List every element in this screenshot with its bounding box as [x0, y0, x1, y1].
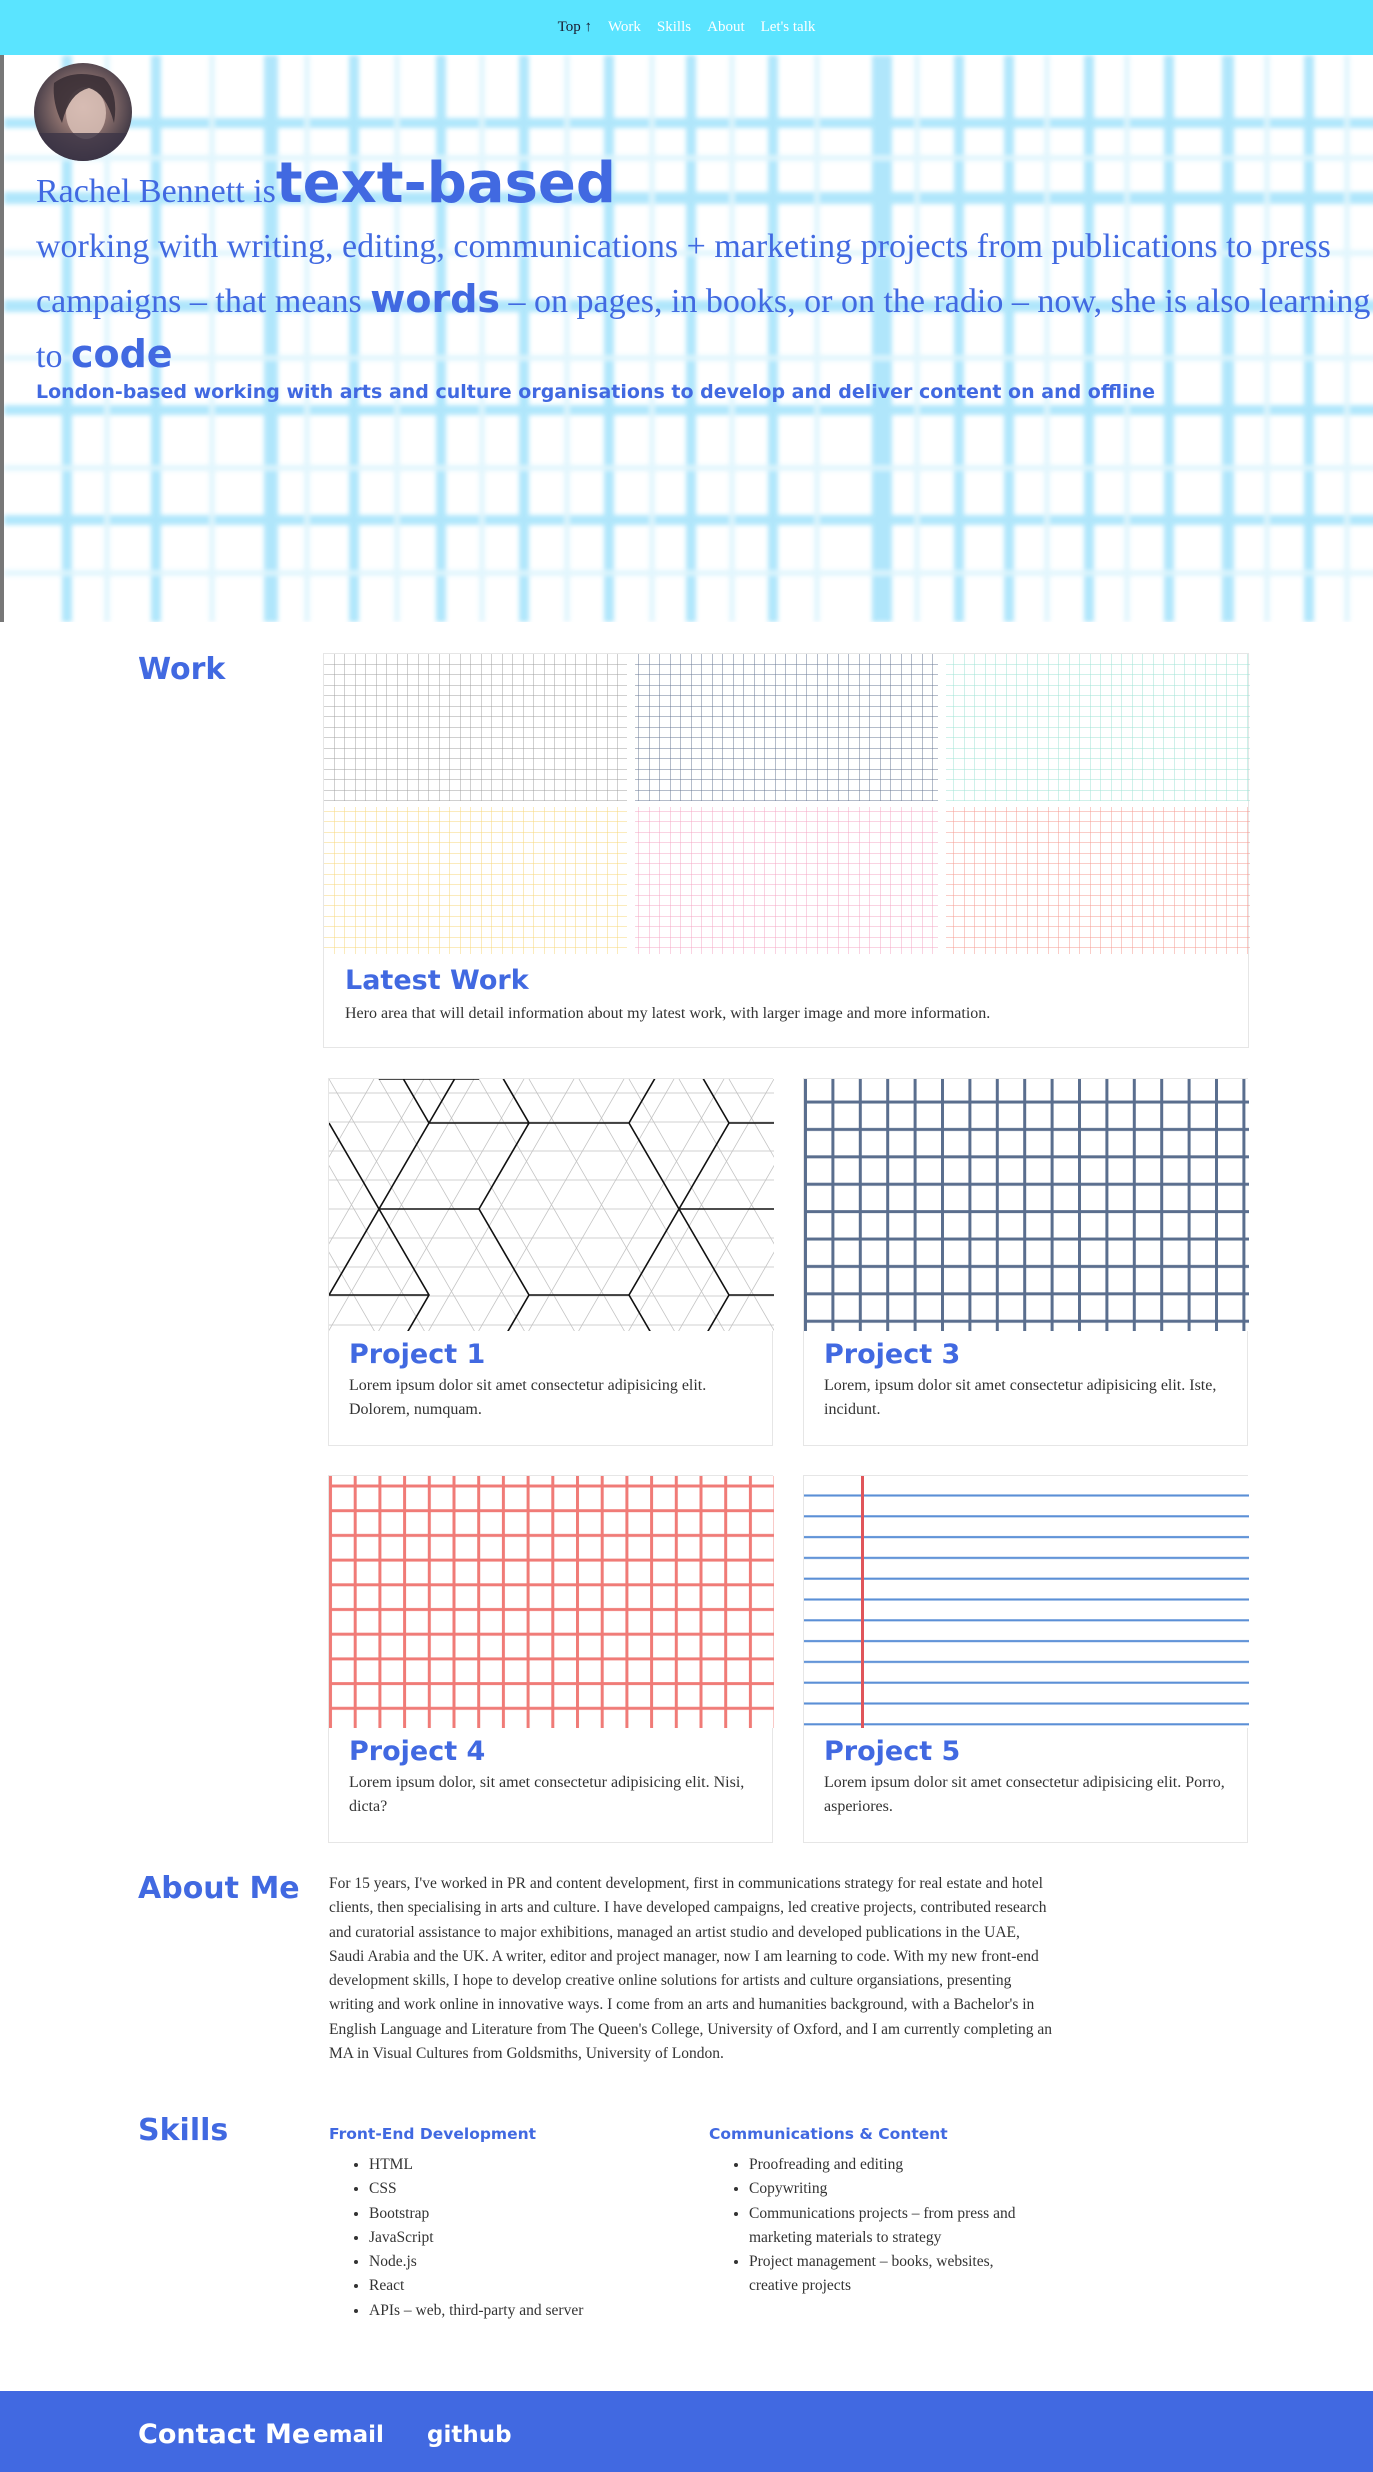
skill-item: Project management – books, websites, cr…: [749, 2250, 1039, 2299]
project-card-5[interactable]: Project 5 Lorem ipsum dolor sit amet con…: [803, 1475, 1249, 1843]
skill-item: HTML: [369, 2153, 659, 2177]
project-1-text: Lorem ipsum dolor sit amet consectetur a…: [349, 1377, 707, 1418]
frontend-heading: Front-End Development: [329, 2125, 537, 2143]
hero-description: working with writing, editing, communica…: [36, 221, 1373, 383]
project-card-4[interactable]: Project 4 Lorem ipsum dolor, sit amet co…: [328, 1475, 774, 1843]
skill-item: JavaScript: [369, 2226, 659, 2250]
skills-comms: Communications & Content Proofreading an…: [709, 2125, 1039, 2299]
nav-skills-link[interactable]: Skills: [657, 19, 691, 36]
skill-item: APIs – web, third-party and server: [369, 2299, 659, 2323]
hero-subtitle: London-based working with arts and cultu…: [36, 381, 1155, 403]
project-5-image: [804, 1476, 1249, 1728]
skill-item: Bootstrap: [369, 2202, 659, 2226]
latest-work-image: [324, 654, 1250, 954]
nav-top-link[interactable]: Top ↑: [558, 19, 592, 36]
latest-work-text: Hero area that will detail information a…: [345, 1005, 991, 1022]
about-heading: About Me: [138, 1871, 300, 1906]
contact-footer: Contact Me email github: [0, 2391, 1373, 2472]
skills-frontend: Front-End Development HTML CSS Bootstrap…: [329, 2125, 659, 2323]
skill-item: Node.js: [369, 2250, 659, 2274]
hero-section: Rachel Bennett istext-based working with…: [0, 55, 1373, 622]
profile-avatar: [34, 63, 132, 161]
project-4-image: [329, 1476, 774, 1728]
nav-about-link[interactable]: About: [707, 19, 745, 36]
project-3-title: Project 3: [824, 1339, 961, 1370]
skill-item: React: [369, 2274, 659, 2298]
project-card-3[interactable]: Project 3 Lorem, ipsum dolor sit amet co…: [803, 1078, 1249, 1446]
hero-headline: Rachel Bennett istext-based: [36, 156, 1373, 219]
comms-heading: Communications & Content: [709, 2125, 948, 2143]
hero-highlight: text-based: [275, 151, 616, 216]
skill-item: CSS: [369, 2177, 659, 2201]
hero-words: words: [370, 277, 501, 321]
skill-item: Communications projects – from press and…: [749, 2202, 1039, 2251]
project-3-text: Lorem, ipsum dolor sit amet consectetur …: [824, 1377, 1217, 1418]
project-3-image: [804, 1079, 1249, 1331]
skills-heading: Skills: [138, 2113, 229, 2148]
project-1-title: Project 1: [349, 1339, 486, 1370]
nav-contact-link[interactable]: Let's talk: [761, 19, 816, 36]
avatar-image: [34, 63, 132, 161]
email-link[interactable]: email: [313, 2422, 384, 2448]
comms-list: Proofreading and editing Copywriting Com…: [709, 2153, 1039, 2299]
github-link[interactable]: github: [427, 2422, 512, 2448]
about-text: For 15 years, I've worked in PR and cont…: [329, 1875, 1053, 2063]
work-heading: Work: [138, 652, 226, 687]
frontend-list: HTML CSS Bootstrap JavaScript Node.js Re…: [329, 2153, 659, 2323]
latest-work-card[interactable]: Latest Work Hero area that will detail i…: [323, 653, 1250, 1048]
contact-title: Contact Me: [138, 2419, 311, 2450]
skill-item: Proofreading and editing: [749, 2153, 1039, 2177]
project-4-title: Project 4: [349, 1736, 486, 1767]
hero-code: code: [70, 332, 173, 376]
top-nav: Top ↑ Work Skills About Let's talk: [0, 0, 1373, 55]
project-5-text: Lorem ipsum dolor sit amet consectetur a…: [824, 1774, 1225, 1815]
latest-work-title: Latest Work: [345, 965, 529, 996]
project-card-1[interactable]: Project 1 Lorem ipsum dolor sit amet con…: [328, 1078, 774, 1446]
nav-work-link[interactable]: Work: [608, 19, 641, 36]
hero-name: Rachel Bennett is: [36, 173, 276, 210]
project-1-image: [329, 1079, 774, 1331]
project-4-text: Lorem ipsum dolor, sit amet consectetur …: [349, 1774, 745, 1815]
skill-item: Copywriting: [749, 2177, 1039, 2201]
hero-intro: Rachel Bennett istext-based working with…: [36, 156, 1373, 404]
project-5-title: Project 5: [824, 1736, 961, 1767]
